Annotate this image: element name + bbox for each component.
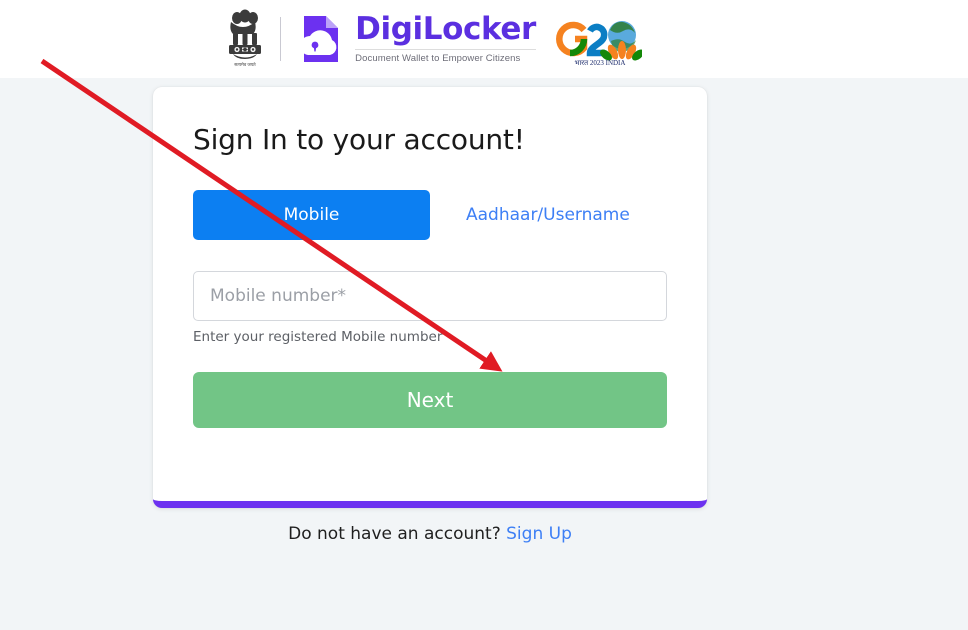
g20-subtext: भारत 2023 INDIA: [574, 59, 625, 67]
brand-divider: [280, 17, 282, 61]
signup-prompt-row: Do not have an account? Sign Up: [153, 524, 707, 544]
tab-aadhaar-username[interactable]: Aadhaar/Username: [448, 190, 648, 240]
mobile-input-helper-text: Enter your registered Mobile number: [193, 329, 443, 345]
emblem-caption: सत्यमेव जयते: [234, 62, 256, 67]
digilocker-logo-icon: [293, 11, 349, 67]
next-button[interactable]: Next: [193, 372, 667, 428]
signup-link[interactable]: Sign Up: [506, 524, 572, 544]
login-method-tabs: Mobile Aadhaar/Username: [193, 190, 667, 240]
signin-card: Sign In to your account! Mobile Aadhaar/…: [153, 87, 707, 508]
tab-mobile-label: Mobile: [283, 205, 340, 225]
brand-text-block: DigiLocker Document Wallet to Empower Ci…: [355, 14, 536, 64]
brand-tagline: Document Wallet to Empower Citizens: [355, 49, 536, 64]
national-emblem-icon: सत्यमेव जयते: [222, 8, 268, 70]
site-header: सत्यमेव जयते DigiLocker Document Wallet …: [0, 0, 968, 78]
signup-prompt-text: Do not have an account?: [288, 524, 507, 544]
g20-logo-icon: भारत 2023 INDIA: [554, 9, 642, 69]
tab-mobile[interactable]: Mobile: [193, 190, 430, 240]
mobile-number-input[interactable]: [193, 271, 667, 321]
tab-aadhaar-username-label: Aadhaar/Username: [466, 205, 630, 225]
brand-lockup: सत्यमेव जयते DigiLocker Document Wallet …: [222, 8, 642, 70]
brand-name: DigiLocker: [355, 11, 536, 47]
page-root: सत्यमेव जयते DigiLocker Document Wallet …: [0, 0, 968, 630]
page-title: Sign In to your account!: [193, 123, 525, 156]
